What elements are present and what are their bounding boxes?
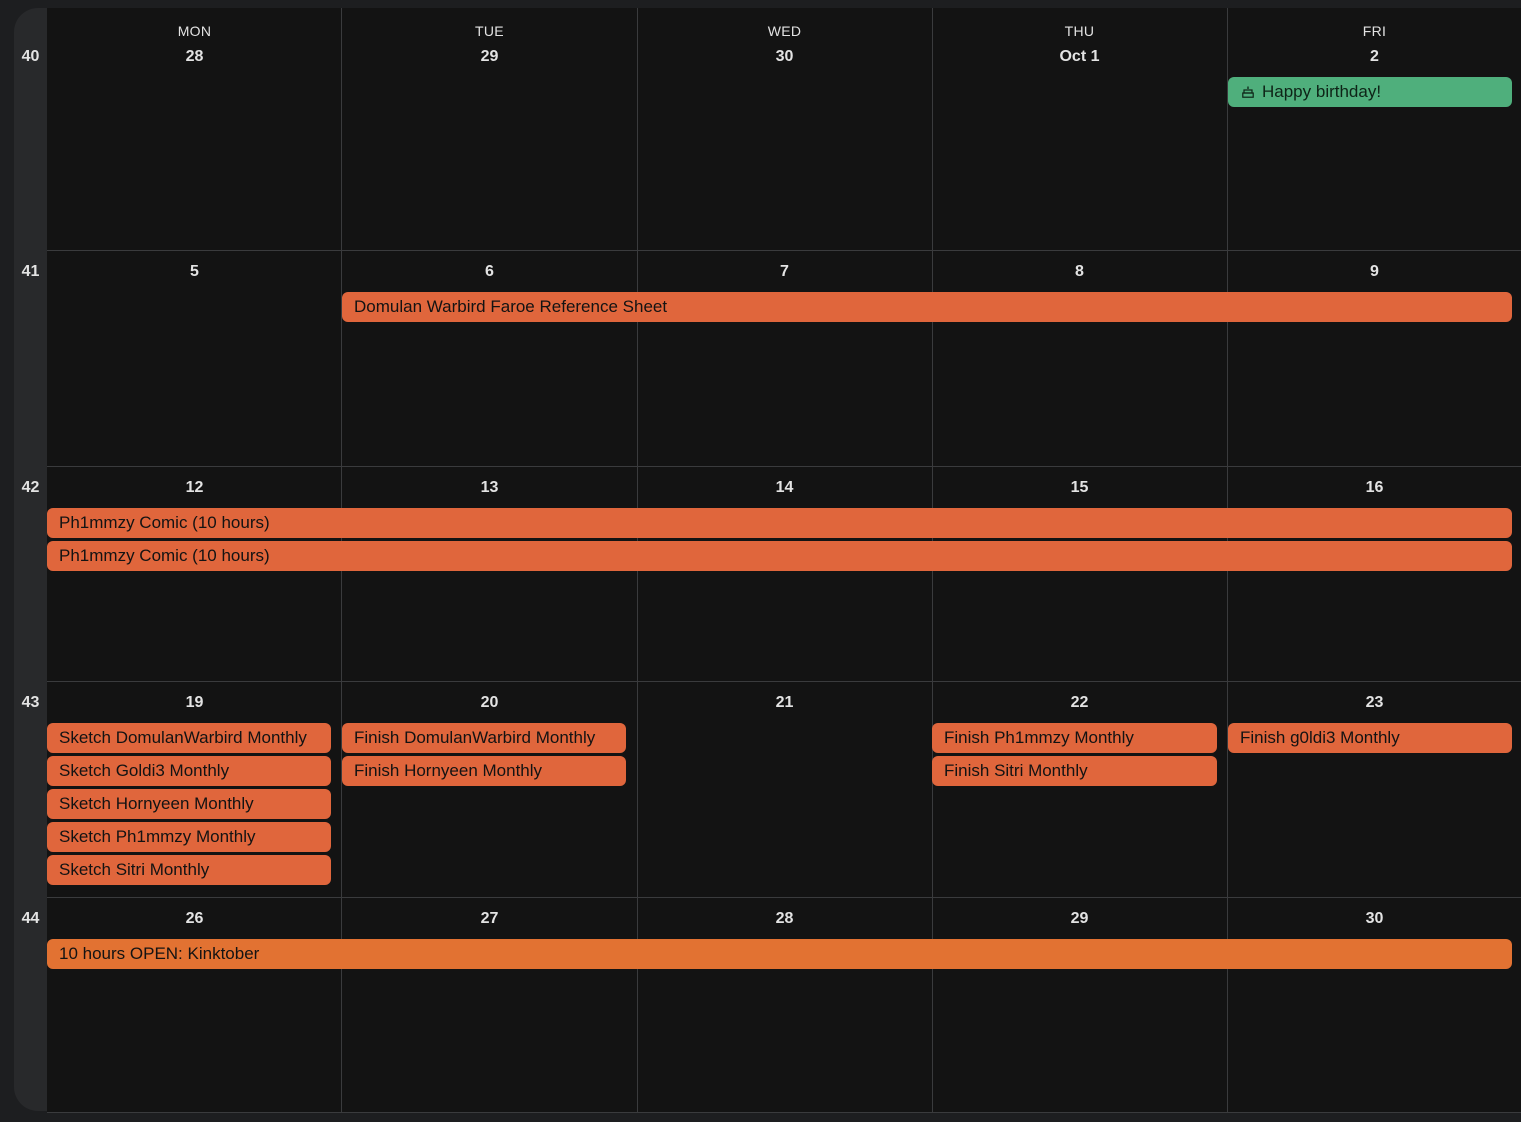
event-chip-sketch-hornyeen[interactable]: Sketch Hornyeen Monthly — [47, 789, 331, 819]
event-title: Sketch Hornyeen Monthly — [59, 794, 254, 813]
event-title: Finish Ph1mmzy Monthly — [944, 728, 1134, 747]
event-chip-finish-sitri[interactable]: Finish Sitri Monthly — [932, 756, 1217, 786]
day-number[interactable]: 8 — [932, 263, 1227, 281]
day-of-week-mon: MON — [177, 23, 212, 39]
row-divider — [47, 897, 1521, 898]
event-title: Happy birthday! — [1262, 82, 1382, 101]
row-divider — [47, 250, 1521, 251]
event-title: Finish g0ldi3 Monthly — [1240, 728, 1400, 747]
day-number[interactable]: 2 — [1227, 48, 1521, 66]
day-number[interactable]: 9 — [1227, 263, 1521, 281]
event-title: Sketch DomulanWarbird Monthly — [59, 728, 307, 747]
day-number[interactable]: 29 — [342, 48, 637, 66]
week-number[interactable]: 41 — [14, 263, 47, 281]
event-title: Finish DomulanWarbird Monthly — [354, 728, 596, 747]
event-title: Domulan Warbird Faroe Reference Sheet — [354, 297, 668, 316]
day-number[interactable]: 23 — [1227, 694, 1521, 712]
cake-icon — [1242, 86, 1254, 98]
event-chip-birthday[interactable]: Happy birthday! — [1228, 77, 1512, 107]
day-number[interactable]: 28 — [47, 48, 342, 66]
day-number[interactable]: 30 — [637, 48, 932, 66]
day-of-week-thu: THU — [1064, 23, 1095, 39]
day-number[interactable]: 5 — [47, 263, 342, 281]
event-title: Sketch Ph1mmzy Monthly — [59, 827, 256, 846]
day-number[interactable]: 7 — [637, 263, 932, 281]
day-of-week-fri: FRI — [1362, 23, 1387, 39]
row-divider — [47, 681, 1521, 682]
event-chip-sketch-sitri[interactable]: Sketch Sitri Monthly — [47, 855, 331, 885]
event-title: Ph1mmzy Comic (10 hours) — [59, 546, 270, 565]
day-number[interactable]: 26 — [47, 910, 342, 928]
day-number[interactable]: 21 — [637, 694, 932, 712]
day-number[interactable]: 15 — [932, 479, 1227, 497]
event-chip-kinktober[interactable]: 10 hours OPEN: Kinktober — [47, 939, 1512, 969]
day-number[interactable]: 14 — [637, 479, 932, 497]
event-chip-ph1mmzy-comic[interactable]: Ph1mmzy Comic (10 hours) — [47, 508, 1512, 538]
day-number[interactable]: 29 — [932, 910, 1227, 928]
event-chip-sketch-ph1mmzy[interactable]: Sketch Ph1mmzy Monthly — [47, 822, 331, 852]
event-title: Ph1mmzy Comic (10 hours) — [59, 513, 270, 532]
event-chip-ph1mmzy-comic[interactable]: Ph1mmzy Comic (10 hours) — [47, 541, 1512, 571]
day-number[interactable]: 30 — [1227, 910, 1521, 928]
event-chip-finish-hornyeen[interactable]: Finish Hornyeen Monthly — [342, 756, 626, 786]
week-number-column — [14, 8, 47, 1111]
day-number[interactable]: 12 — [47, 479, 342, 497]
row-divider — [47, 1112, 1521, 1113]
day-of-week-tue: TUE — [475, 23, 504, 39]
week-number[interactable]: 44 — [14, 910, 47, 928]
event-title: Finish Sitri Monthly — [944, 761, 1088, 780]
event-title: Sketch Sitri Monthly — [59, 860, 210, 879]
day-number[interactable]: 27 — [342, 910, 637, 928]
day-number[interactable]: 22 — [932, 694, 1227, 712]
day-number[interactable]: Oct 1 — [932, 48, 1227, 66]
event-title: Sketch Goldi3 Monthly — [59, 761, 230, 780]
calendar-month-view: MON TUE WED THU FRI 40 41 42 43 44 28 29… — [0, 0, 1521, 1122]
event-chip-finish-domulan[interactable]: Finish DomulanWarbird Monthly — [342, 723, 626, 753]
week-number[interactable]: 43 — [14, 694, 47, 712]
event-chip-finish-goldi3[interactable]: Finish g0ldi3 Monthly — [1228, 723, 1512, 753]
row-divider — [47, 466, 1521, 467]
event-chip-finish-ph1mmzy[interactable]: Finish Ph1mmzy Monthly — [932, 723, 1217, 753]
day-number[interactable]: 6 — [342, 263, 637, 281]
day-number[interactable]: 28 — [637, 910, 932, 928]
week-number[interactable]: 42 — [14, 479, 47, 497]
day-number[interactable]: 13 — [342, 479, 637, 497]
day-number[interactable]: 16 — [1227, 479, 1521, 497]
event-title: Finish Hornyeen Monthly — [354, 761, 543, 780]
event-chip-sketch-domulan[interactable]: Sketch DomulanWarbird Monthly — [47, 723, 331, 753]
day-number[interactable]: 19 — [47, 694, 342, 712]
day-number[interactable]: 20 — [342, 694, 637, 712]
event-chip-domulan-reference[interactable]: Domulan Warbird Faroe Reference Sheet — [342, 292, 1512, 322]
day-of-week-wed: WED — [767, 23, 802, 39]
event-title: 10 hours OPEN: Kinktober — [59, 944, 260, 963]
week-number[interactable]: 40 — [14, 48, 47, 66]
event-chip-sketch-goldi3[interactable]: Sketch Goldi3 Monthly — [47, 756, 331, 786]
